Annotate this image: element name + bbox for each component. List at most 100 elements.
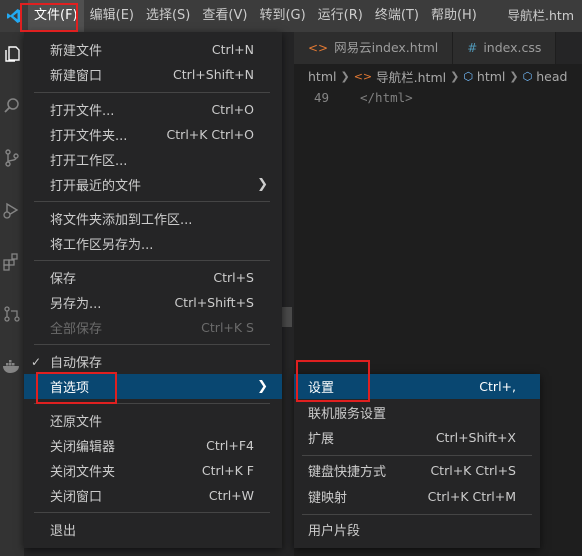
menu-item-close-folder[interactable]: 关闭文件夹 Ctrl+K F bbox=[24, 458, 282, 483]
menu-item-label: 关闭窗口 bbox=[50, 490, 103, 505]
breadcrumb-item[interactable]: html bbox=[477, 69, 505, 84]
annotation-box-settings bbox=[296, 360, 370, 402]
menu-item-shortcut: Ctrl+K Ctrl+S bbox=[430, 463, 516, 478]
code-line[interactable]: 49 </html> bbox=[294, 88, 582, 107]
breadcrumb-item[interactable]: html bbox=[308, 69, 336, 84]
symbol-element-icon: ⬡ bbox=[463, 69, 473, 83]
sidebar-scrollbar[interactable] bbox=[282, 307, 292, 327]
menu-item-exit[interactable]: 退出 bbox=[24, 517, 282, 542]
menu-item-online-services-settings[interactable]: 联机服务设置 bbox=[294, 400, 540, 425]
remote-explorer-icon[interactable] bbox=[0, 298, 24, 330]
menu-edit[interactable]: 编辑(E) bbox=[84, 0, 140, 32]
tab-label: index.css bbox=[483, 40, 542, 55]
menu-item-extensions[interactable]: 扩展 Ctrl+Shift+X bbox=[294, 425, 540, 450]
menu-item-shortcut: Ctrl+, bbox=[479, 379, 516, 394]
menu-item-open-folder[interactable]: 打开文件夹... Ctrl+K Ctrl+O bbox=[24, 122, 282, 147]
menu-item-open-workspace[interactable]: 打开工作区... bbox=[24, 147, 282, 172]
menu-separator bbox=[34, 344, 270, 345]
file-menu-dropdown: 新建文件 Ctrl+N 新建窗口 Ctrl+Shift+N 打开文件... Ct… bbox=[24, 32, 282, 548]
menu-item-label: 打开工作区... bbox=[50, 154, 128, 169]
menu-item-label: 联机服务设置 bbox=[308, 407, 387, 422]
menu-item-label: 将文件夹添加到工作区... bbox=[50, 213, 193, 228]
css-file-icon: # bbox=[467, 41, 478, 55]
menu-item-shortcut: Ctrl+O bbox=[211, 102, 254, 117]
tab-wangyiyun-index-html[interactable]: <> 网易云index.html bbox=[294, 32, 454, 64]
menu-item-label: 用户片段 bbox=[308, 524, 361, 539]
menu-item-open-recent[interactable]: 打开最近的文件 ❯ bbox=[24, 172, 282, 197]
menu-item-shortcut: Ctrl+K F bbox=[201, 463, 254, 478]
menu-item-new-file[interactable]: 新建文件 Ctrl+N bbox=[24, 37, 282, 62]
menu-item-shortcut: Ctrl+W bbox=[208, 488, 254, 503]
menu-separator bbox=[34, 260, 270, 261]
menu-item-label: 还原文件 bbox=[50, 415, 103, 430]
menu-item-label: 退出 bbox=[50, 524, 77, 539]
source-control-icon[interactable] bbox=[0, 142, 24, 174]
menu-item-label: 键映射 bbox=[308, 491, 348, 506]
extensions-icon[interactable] bbox=[0, 246, 24, 278]
menu-item-revert-file[interactable]: 还原文件 bbox=[24, 408, 282, 433]
menu-go[interactable]: 转到(G) bbox=[253, 0, 311, 32]
menu-item-close-editor[interactable]: 关闭编辑器 Ctrl+F4 bbox=[24, 433, 282, 458]
line-number: 49 bbox=[314, 90, 330, 105]
menu-item-label: 新建窗口 bbox=[50, 69, 103, 84]
tab-index-css[interactable]: # index.css bbox=[453, 32, 557, 64]
menu-item-shortcut: Ctrl+K Ctrl+O bbox=[166, 127, 254, 142]
menu-item-shortcut: Ctrl+F4 bbox=[206, 438, 254, 453]
menu-item-shortcut: Ctrl+Shift+X bbox=[435, 430, 516, 445]
menu-item-user-snippets[interactable]: 用户片段 bbox=[294, 517, 540, 542]
breadcrumb: html ❯ <> 导航栏.html ❯ ⬡ html ❯ ⬡ head bbox=[294, 64, 582, 88]
activity-bar bbox=[0, 32, 24, 556]
menu-help[interactable]: 帮助(H) bbox=[425, 0, 483, 32]
explorer-icon[interactable] bbox=[0, 38, 24, 70]
menu-item-shortcut: Ctrl+K Ctrl+M bbox=[427, 489, 516, 504]
editor-tabs: <> 网易云index.html # index.css bbox=[294, 32, 582, 64]
menu-item-add-folder-to-workspace[interactable]: 将文件夹添加到工作区... bbox=[24, 206, 282, 231]
menu-item-new-window[interactable]: 新建窗口 Ctrl+Shift+N bbox=[24, 62, 282, 87]
menu-item-label: 打开文件... bbox=[50, 104, 115, 119]
menu-item-shortcut: Ctrl+N bbox=[211, 42, 254, 57]
menu-item-save-workspace-as[interactable]: 将工作区另存为... bbox=[24, 231, 282, 256]
chevron-right-icon: ❯ bbox=[509, 69, 519, 83]
menu-item-keyboard-shortcuts[interactable]: 键盘快捷方式 Ctrl+K Ctrl+S bbox=[294, 458, 540, 483]
menu-run[interactable]: 运行(R) bbox=[312, 0, 369, 32]
menu-item-auto-save[interactable]: ✓ 自动保存 bbox=[24, 349, 282, 374]
menu-terminal[interactable]: 终端(T) bbox=[369, 0, 425, 32]
menu-item-label: 自动保存 bbox=[50, 356, 103, 371]
menu-separator bbox=[302, 455, 532, 456]
menu-item-save-as[interactable]: 另存为... Ctrl+Shift+S bbox=[24, 290, 282, 315]
search-icon[interactable] bbox=[0, 90, 24, 122]
menu-item-label: 关闭编辑器 bbox=[50, 440, 116, 455]
menu-item-label: 扩展 bbox=[308, 432, 335, 447]
menu-item-shortcut: Ctrl+Shift+S bbox=[174, 295, 254, 310]
docker-icon[interactable] bbox=[0, 350, 24, 382]
menu-item-close-window[interactable]: 关闭窗口 Ctrl+W bbox=[24, 483, 282, 508]
menu-separator bbox=[34, 201, 270, 202]
window-title: 导航栏.htm bbox=[507, 8, 574, 23]
menu-item-open-file[interactable]: 打开文件... Ctrl+O bbox=[24, 97, 282, 122]
chevron-right-icon: ❯ bbox=[257, 379, 268, 394]
breadcrumb-item[interactable]: 导航栏.html bbox=[376, 67, 446, 86]
check-icon: ✓ bbox=[31, 354, 42, 369]
menu-item-label: 新建文件 bbox=[50, 44, 103, 59]
menu-item-label: 将工作区另存为... bbox=[50, 238, 154, 253]
annotation-box-preferences bbox=[36, 372, 117, 404]
chevron-right-icon: ❯ bbox=[257, 177, 268, 192]
menu-item-label: 保存 bbox=[50, 272, 77, 287]
menu-item-label: 全部保存 bbox=[50, 322, 103, 337]
symbol-element-icon: ⬡ bbox=[522, 69, 533, 83]
menu-item-label: 关闭文件夹 bbox=[50, 465, 116, 480]
menu-item-shortcut: Ctrl+K S bbox=[201, 320, 254, 335]
annotation-box-file-menu bbox=[20, 3, 78, 32]
tab-label: 网易云index.html bbox=[334, 40, 439, 55]
run-debug-icon[interactable] bbox=[0, 194, 24, 226]
menu-item-label: 打开最近的文件 bbox=[50, 179, 142, 194]
menu-item-shortcut: Ctrl+Shift+N bbox=[173, 67, 254, 82]
html-file-icon: <> bbox=[353, 69, 373, 83]
breadcrumb-item[interactable]: head bbox=[536, 69, 567, 84]
html-file-icon: <> bbox=[308, 41, 329, 55]
menu-selection[interactable]: 选择(S) bbox=[140, 0, 196, 32]
menu-item-keymaps[interactable]: 键映射 Ctrl+K Ctrl+M bbox=[294, 484, 540, 509]
code-text: </html> bbox=[360, 90, 413, 105]
menu-view[interactable]: 查看(V) bbox=[196, 0, 253, 32]
menu-item-save[interactable]: 保存 Ctrl+S bbox=[24, 265, 282, 290]
